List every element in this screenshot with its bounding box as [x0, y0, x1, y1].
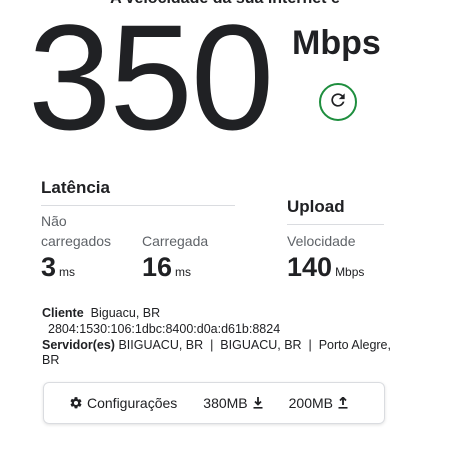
gear-icon [69, 396, 83, 410]
server-list: BIIGUACU, BR | BIGUACU, BR | Porto Alegr… [118, 338, 391, 352]
settings-button[interactable]: Configurações [69, 395, 177, 411]
upload-divider [287, 224, 384, 225]
client-location: Biguacu, BR [90, 306, 161, 320]
speed-test-page: A velocidade da sua internet é 350 Mbps … [0, 0, 450, 450]
upload-amount: 200MB [289, 395, 348, 411]
latency-title: Latência [41, 178, 110, 197]
server-label: Servidor(es) [42, 338, 115, 352]
client-info: Cliente Biguacu, BR [42, 305, 160, 321]
unloaded-latency-value: 3 [41, 252, 57, 282]
server-list-continued: BR [42, 353, 60, 367]
download-icon [253, 397, 263, 409]
client-ip: 2804:1530:106:1dbc:8400:d0a:d61b:8824 [48, 322, 281, 336]
upload-speed-label: Velocidade [287, 233, 356, 249]
refresh-button[interactable] [319, 83, 357, 121]
upload-title: Upload [287, 197, 345, 216]
unloaded-latency-unit: ms [59, 265, 76, 279]
client-label: Cliente [42, 306, 84, 320]
download-amount-value: 380MB [203, 395, 248, 411]
download-speed-unit: Mbps [292, 24, 381, 62]
download-speed-value: 350 [28, 0, 274, 161]
upload-icon [338, 397, 348, 409]
download-amount: 380MB [203, 395, 263, 411]
loaded-latency-label: Carregada [142, 233, 209, 249]
upload-amount-value: 200MB [288, 395, 333, 411]
loaded-latency-value: 16 [142, 252, 173, 282]
upload-speed-metric: 140 Mbps [287, 252, 364, 283]
config-bar[interactable]: Configurações 380MB 200MB [43, 382, 385, 424]
unloaded-label-line2: carregados [41, 233, 112, 249]
upload-speed-unit: Mbps [335, 265, 365, 279]
refresh-icon [328, 90, 348, 115]
loaded-latency-unit: ms [175, 265, 192, 279]
latency-divider [41, 205, 235, 206]
upload-speed-value: 140 [287, 252, 333, 282]
unloaded-latency-label: Não carregados [41, 211, 111, 251]
unloaded-label-line1: Não [41, 213, 67, 229]
loaded-latency-metric: 16 ms [142, 252, 191, 283]
settings-label: Configurações [87, 395, 178, 411]
unloaded-latency-metric: 3 ms [41, 252, 75, 283]
server-info: Servidor(es) BIIGUACU, BR | BIGUACU, BR … [42, 337, 391, 353]
